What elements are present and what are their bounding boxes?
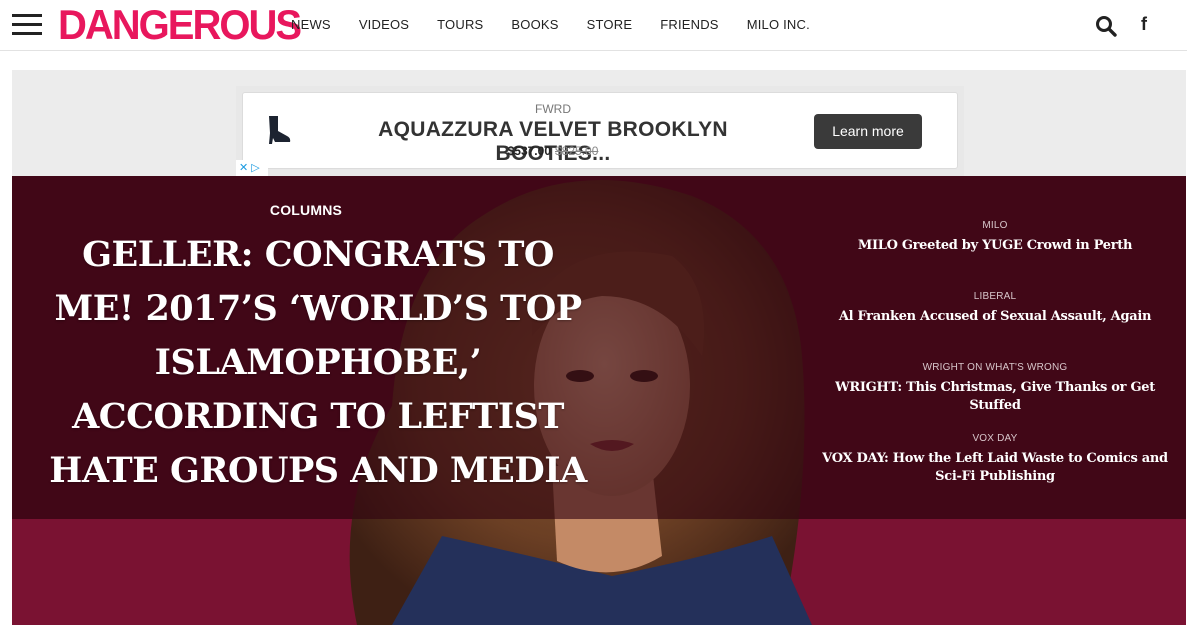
nav-item-friends[interactable]: FRIENDS [660, 17, 718, 32]
side-story-category[interactable]: VOX DAY [808, 433, 1182, 444]
hero-headline[interactable]: GELLER: CONGRATS TO ME! 2017’S ‘WORLD’S … [38, 228, 598, 498]
hamburger-line [12, 32, 42, 35]
side-story: WRIGHT ON WHAT'S WRONG WRIGHT: This Chri… [808, 362, 1182, 415]
nav-item-books[interactable]: BOOKS [511, 17, 558, 32]
hero-section: COLUMNS GELLER: CONGRATS TO ME! 2017’S ‘… [12, 176, 1186, 625]
hero-category-label[interactable]: COLUMNS [262, 202, 350, 218]
hamburger-line [12, 14, 42, 17]
site-header: DANGEROUS NEWS VIDEOS TOURS BOOKS STORE … [0, 0, 1187, 51]
nav-item-tours[interactable]: TOURS [437, 17, 483, 32]
nav-item-store[interactable]: STORE [587, 17, 633, 32]
facebook-icon[interactable]: f [1141, 14, 1147, 35]
side-story-category[interactable]: WRIGHT ON WHAT'S WRONG [808, 362, 1182, 373]
side-story-category[interactable]: LIBERAL [808, 291, 1182, 302]
side-story-title[interactable]: WRIGHT: This Christmas, Give Thanks or G… [808, 379, 1182, 415]
side-story: VOX DAY VOX DAY: How the Left Laid Waste… [808, 433, 1182, 486]
ad-current-price: $537.00 [507, 144, 551, 158]
learn-more-button[interactable]: Learn more [814, 114, 922, 149]
site-logo[interactable]: DANGEROUS [58, 2, 302, 49]
ad-brand: FWRD [535, 102, 571, 116]
ad-old-price: $825.00 [555, 144, 599, 158]
ad-title[interactable]: AQUAZZURA VELVET BROOKLYN BOOTIES... [323, 118, 783, 166]
ad-price: $537.00 $825.00 [243, 144, 863, 158]
hamburger-line [12, 23, 42, 26]
boot-product-icon [257, 115, 293, 145]
hamburger-icon[interactable] [12, 14, 42, 36]
search-icon[interactable] [1095, 15, 1117, 37]
main-nav: NEWS VIDEOS TOURS BOOKS STORE FRIENDS MI… [291, 17, 838, 32]
adchoices-icon[interactable]: ✕ ▷ [236, 160, 268, 176]
side-story-title[interactable]: VOX DAY: How the Left Laid Waste to Comi… [808, 450, 1182, 486]
ad-banner[interactable]: FWRD AQUAZZURA VELVET BROOKLYN BOOTIES..… [242, 92, 958, 169]
side-story-title[interactable]: Al Franken Accused of Sexual Assault, Ag… [808, 308, 1182, 326]
nav-item-videos[interactable]: VIDEOS [359, 17, 409, 32]
side-story: MILO MILO Greeted by YUGE Crowd in Perth [808, 220, 1182, 255]
side-story: LIBERAL Al Franken Accused of Sexual Ass… [808, 291, 1182, 326]
side-story-title[interactable]: MILO Greeted by YUGE Crowd in Perth [808, 237, 1182, 255]
side-story-category[interactable]: MILO [808, 220, 1182, 231]
nav-item-milo-inc[interactable]: MILO INC. [747, 17, 810, 32]
nav-item-news[interactable]: NEWS [291, 17, 331, 32]
